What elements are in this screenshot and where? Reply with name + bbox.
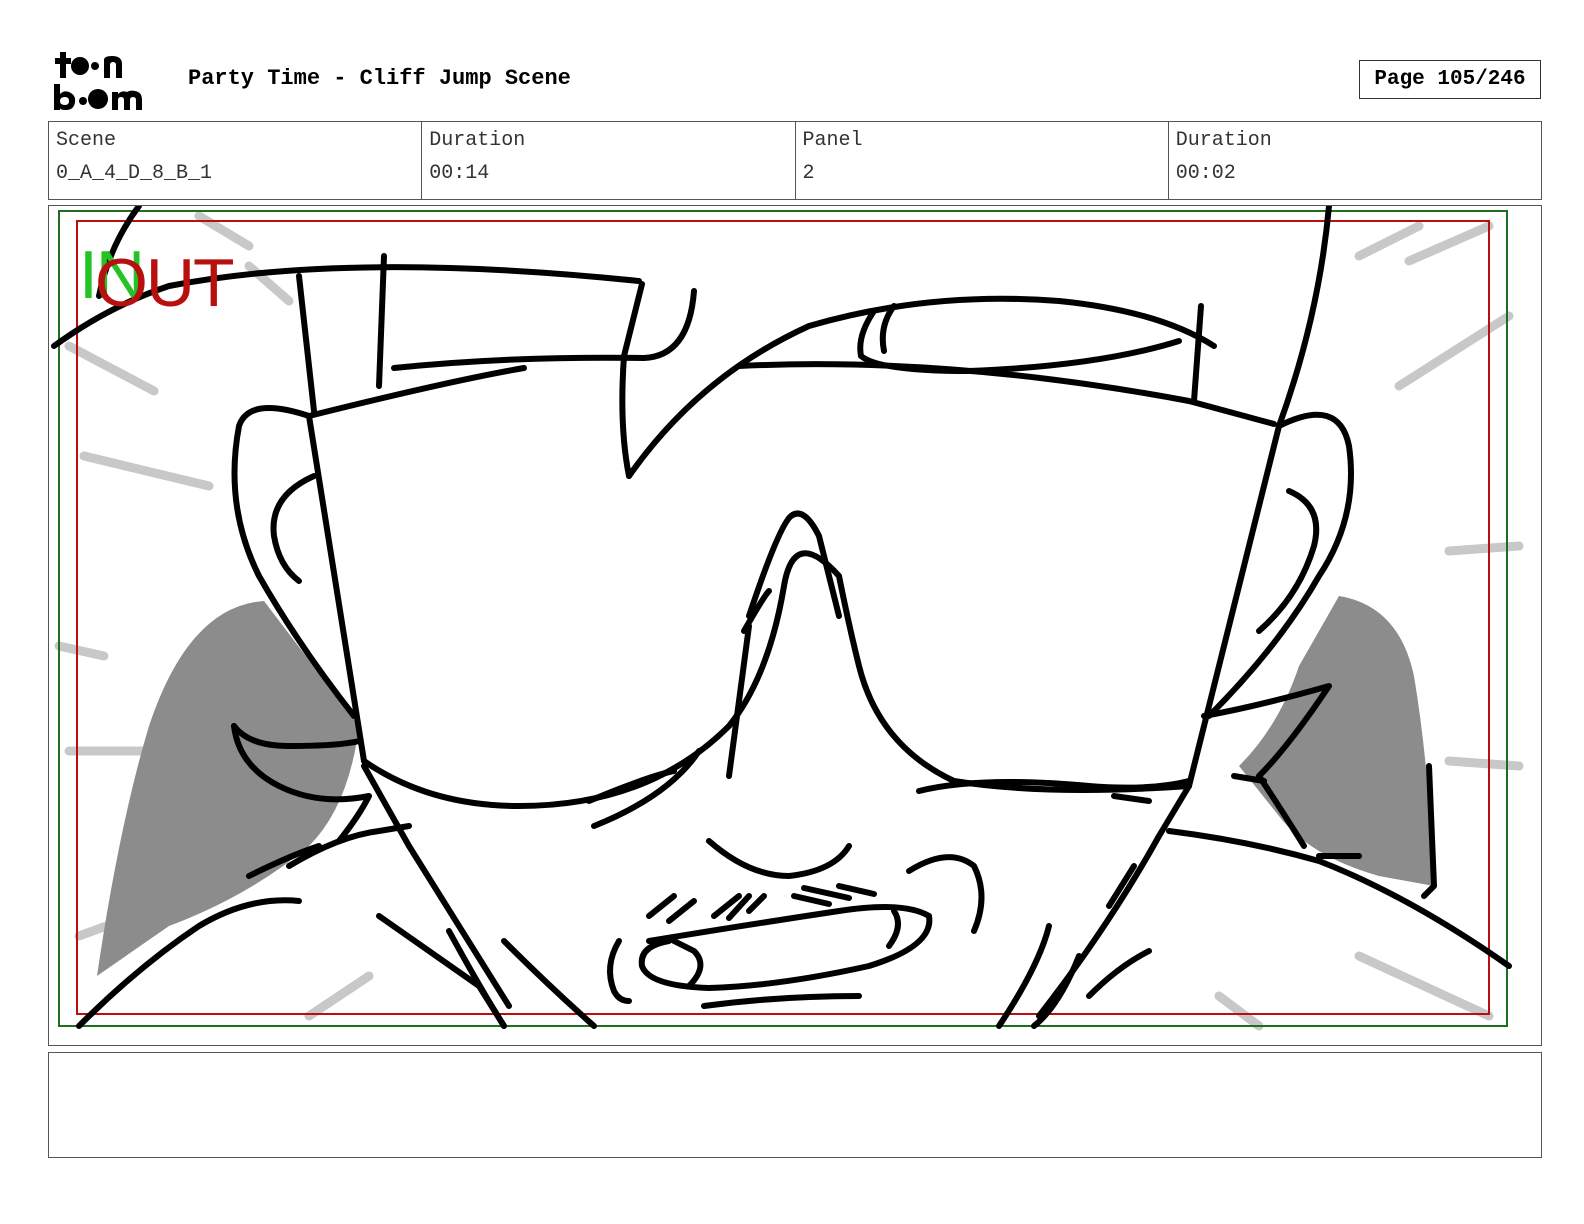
panel-label: Panel bbox=[802, 129, 863, 152]
panel-duration-label: Duration bbox=[1175, 129, 1272, 152]
storyboard-panel: IN OUT bbox=[48, 205, 1542, 1046]
toon-boom-logo bbox=[54, 52, 142, 110]
out-marker: OUT bbox=[95, 245, 235, 321]
panel-value: 2 bbox=[802, 162, 815, 185]
panel-duration-value: 00:02 bbox=[1175, 162, 1236, 185]
scene-label: Scene bbox=[56, 129, 117, 152]
scene-duration-cell: Duration 00:14 bbox=[422, 122, 796, 199]
scene-cell: Scene 0_A_4_D_8_B_1 bbox=[49, 122, 423, 199]
document-title: Party Time - Cliff Jump Scene bbox=[188, 66, 571, 91]
panel-cell: Panel 2 bbox=[796, 122, 1169, 199]
scene-value: 0_A_4_D_8_B_1 bbox=[56, 162, 213, 185]
scene-duration-label: Duration bbox=[429, 129, 526, 152]
in-out-markers: IN OUT bbox=[79, 236, 269, 321]
page-indicator: Page 105/246 bbox=[1359, 60, 1541, 99]
scene-info-table: Scene 0_A_4_D_8_B_1 Duration 00:14 Panel… bbox=[48, 121, 1542, 200]
panel-notes-box[interactable] bbox=[48, 1052, 1542, 1158]
scene-duration-value: 00:14 bbox=[429, 162, 490, 185]
panel-drawing bbox=[51, 206, 1524, 1031]
panel-duration-cell: Duration 00:02 bbox=[1169, 122, 1541, 199]
